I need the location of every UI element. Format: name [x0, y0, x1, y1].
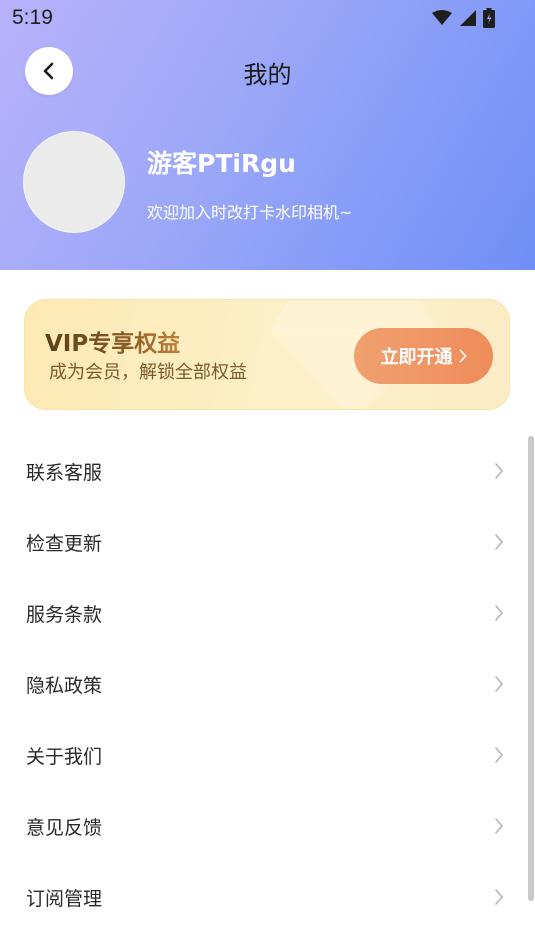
menu-item-label: 隐私政策 [26, 675, 103, 697]
menu-item-label: 关于我们 [26, 746, 103, 768]
menu-item-contact-support[interactable]: 联系客服 [0, 436, 535, 507]
wifi-icon [432, 10, 452, 25]
profile-header: 5:19 我的 游客PTiRgu 欢迎加入时改打卡水印相机~ [0, 0, 535, 270]
vip-activate-button[interactable]: 立即开通 [354, 328, 493, 384]
vip-card[interactable]: VIP专享权益 成为会员，解锁全部权益 立即开通 [24, 299, 510, 410]
status-icons [431, 8, 495, 28]
chevron-right-icon [495, 747, 504, 763]
menu-item-feedback[interactable]: 意见反馈 [0, 791, 535, 862]
battery-icon [483, 8, 495, 28]
vip-title: VIP专享权益 [45, 324, 180, 358]
page-title: 我的 [243, 61, 292, 89]
chevron-right-icon [495, 818, 504, 834]
vip-button-label: 立即开通 [380, 347, 453, 368]
menu-list: 联系客服 检查更新 服务条款 隐私政策 关于我们 意见反馈 订阅管理 [0, 436, 535, 933]
chevron-right-icon [495, 889, 504, 905]
menu-item-label: 订阅管理 [26, 888, 103, 910]
menu-item-check-update[interactable]: 检查更新 [0, 507, 535, 578]
vip-subtitle: 成为会员，解锁全部权益 [49, 362, 247, 383]
signal-icon [460, 10, 476, 26]
avatar[interactable] [23, 131, 125, 233]
chevron-right-icon [495, 534, 504, 550]
menu-item-label: 意见反馈 [26, 817, 103, 839]
status-time: 5:19 [12, 6, 53, 29]
menu-item-label: 服务条款 [26, 604, 103, 626]
menu-item-subscription-management[interactable]: 订阅管理 [0, 862, 535, 933]
welcome-text: 欢迎加入时改打卡水印相机~ [147, 203, 353, 222]
username: 游客PTiRgu [147, 149, 296, 178]
chevron-right-icon [495, 605, 504, 621]
menu-item-privacy-policy[interactable]: 隐私政策 [0, 649, 535, 720]
menu-item-label: 检查更新 [26, 533, 103, 555]
chevron-right-icon [495, 463, 504, 479]
menu-item-label: 联系客服 [26, 462, 103, 484]
chevron-right-icon [459, 349, 467, 363]
scrollbar[interactable] [528, 436, 534, 901]
menu-item-terms-of-service[interactable]: 服务条款 [0, 578, 535, 649]
chevron-right-icon [495, 676, 504, 692]
status-bar: 5:19 [0, 0, 535, 38]
menu-item-about-us[interactable]: 关于我们 [0, 720, 535, 791]
